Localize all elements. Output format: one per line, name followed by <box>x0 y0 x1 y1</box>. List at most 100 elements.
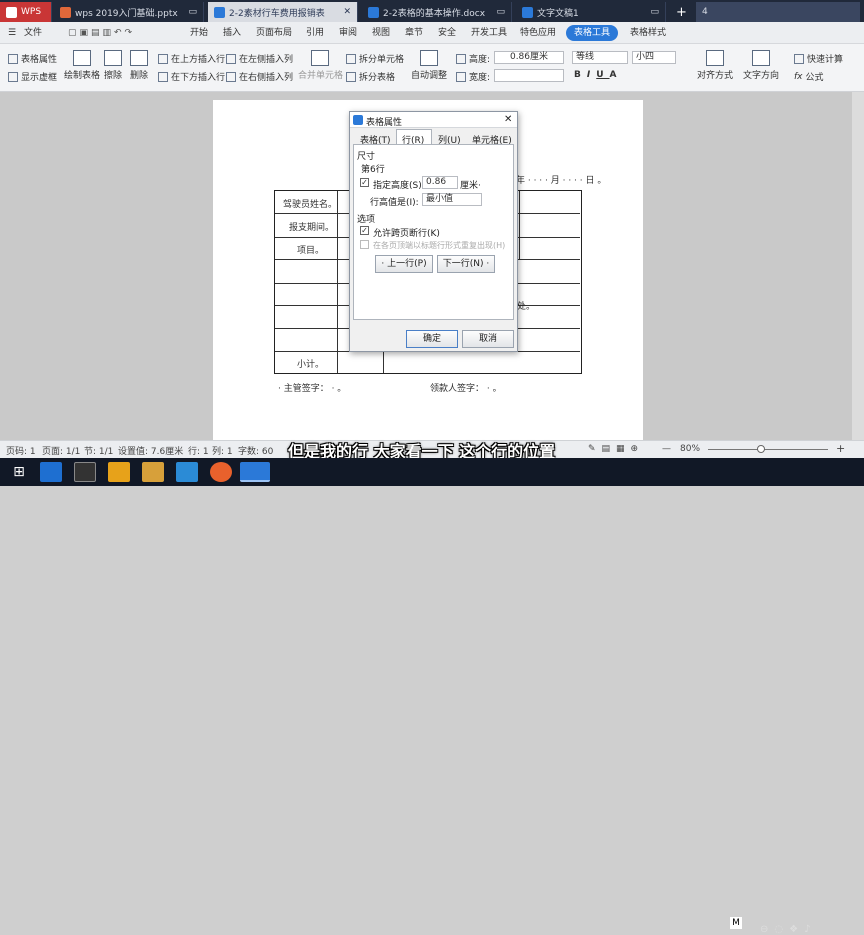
status-setting: 设置值: 7.6厘米 <box>118 447 184 457</box>
zoom-in-icon[interactable]: + <box>836 442 845 455</box>
receiver-sign: 领款人签字： · 。 <box>430 384 502 394</box>
wps-taskbar-icon[interactable] <box>240 462 270 482</box>
label: 自动调整 <box>410 71 447 81</box>
show-dashed-button[interactable]: 显示虚框 <box>8 70 57 83</box>
period-cell: 报支期间。 <box>289 223 335 233</box>
next-row-button[interactable]: 下一行(N) · <box>437 255 495 273</box>
label: 拆分单元格 <box>359 55 405 65</box>
file-menu-icon[interactable]: ☰ <box>6 25 18 41</box>
vertical-scrollbar[interactable] <box>852 92 864 440</box>
windows-start-icon[interactable]: ⊞ <box>8 462 30 482</box>
label: 绘制表格 <box>64 71 101 81</box>
tab-wps-home[interactable]: WPS <box>0 2 52 22</box>
label: 擦除 <box>103 71 122 81</box>
insert-right-button[interactable]: 在右侧插入列 <box>226 70 293 83</box>
dialog-title: 表格属性 <box>366 118 403 128</box>
tab-overflow[interactable]: 4 <box>696 2 860 22</box>
align-icon <box>706 50 724 66</box>
label: 删除 <box>129 71 148 81</box>
system-tray-icons[interactable]: ⊖◌❖♪ <box>760 924 816 935</box>
table-properties-icon <box>8 53 18 64</box>
zoom-level: 80% <box>680 444 701 454</box>
font-size-select[interactable]: 小四 <box>632 51 676 64</box>
label: 合并单元格 <box>298 71 344 81</box>
prev-row-button[interactable]: · 上一行(P) <box>375 255 433 273</box>
tab-label: 文字文稿1 <box>537 8 579 19</box>
table-properties-button[interactable]: 表格属性 <box>8 52 57 65</box>
menu-table-tools[interactable]: 表格工具 <box>566 25 619 41</box>
insert-left-button[interactable]: 在左侧插入列 <box>226 52 293 65</box>
row-height-input[interactable]: 0.86厘米 <box>494 51 564 64</box>
quick-calc-button[interactable]: 快速计算 <box>794 52 843 65</box>
menu-developer[interactable]: 开发工具 <box>469 25 509 41</box>
ok-button[interactable]: 确定 <box>406 330 458 348</box>
close-icon[interactable]: ▭ <box>646 7 659 17</box>
close-icon[interactable]: ✕ <box>504 114 512 125</box>
split-cells-button[interactable]: 拆分单元格 <box>346 52 404 65</box>
row-height-mode-select[interactable]: 最小值 <box>422 193 482 206</box>
delete-button[interactable]: 删除 <box>126 50 152 81</box>
draw-table-button[interactable]: 绘制表格 <box>64 50 100 81</box>
font-style-buttons[interactable]: BIUA <box>574 70 623 80</box>
label: 公式 <box>805 73 824 83</box>
file-explorer-icon[interactable] <box>142 462 164 482</box>
auto-fit-button[interactable]: 自动调整 <box>408 50 450 81</box>
split-table-button[interactable]: 拆分表格 <box>346 70 395 83</box>
app-icon[interactable] <box>74 462 96 482</box>
label: 高度: <box>469 55 491 65</box>
close-icon[interactable]: ✕ <box>339 7 351 17</box>
zoom-slider-handle[interactable] <box>757 445 765 453</box>
view-mode-icons[interactable]: ✎▤▦⊕ <box>588 444 644 454</box>
insert-row-above-icon <box>158 53 168 64</box>
close-icon[interactable]: ▭ <box>184 7 197 17</box>
zoom-out-icon[interactable]: — <box>662 444 671 454</box>
text-direction-button[interactable]: 文字方向 <box>740 50 782 81</box>
align-button[interactable]: 对齐方式 <box>694 50 736 81</box>
zoom-slider[interactable] <box>708 449 828 450</box>
supervisor-sign: · 主管签字： · 。 <box>278 384 347 394</box>
menu-home[interactable]: 开始 <box>188 25 210 41</box>
tab-doc1[interactable]: 文字文稿1 ▭ <box>516 2 666 22</box>
status-page: 页码: 1 <box>6 447 36 457</box>
merge-cells-button[interactable]: 合并单元格 <box>298 50 344 81</box>
ime-indicator[interactable]: M <box>730 917 742 929</box>
menu-table-style[interactable]: 表格样式 <box>628 25 668 41</box>
dashed-grid-icon <box>8 71 18 82</box>
menu-layout[interactable]: 页面布局 <box>254 25 294 41</box>
erase-button[interactable]: 擦除 <box>102 50 124 81</box>
menu-references[interactable]: 引用 <box>304 25 326 41</box>
row-height-field[interactable]: 0.86 <box>422 176 458 189</box>
place-cell: 处。 <box>517 302 536 312</box>
menu-features[interactable]: 特色应用 <box>518 25 558 41</box>
repeat-header-checkbox[interactable] <box>360 240 369 249</box>
menu-review[interactable]: 审阅 <box>337 25 359 41</box>
table-properties-dialog: 表格属性 ✕ 表格(T) 行(R) 列(U) 单元格(E) 尺寸 第6行 ✓ 指… <box>349 111 518 352</box>
menu-view[interactable]: 视图 <box>370 25 392 41</box>
app-icon[interactable] <box>108 462 130 482</box>
cancel-button[interactable]: 取消 <box>462 330 514 348</box>
formula-button[interactable]: fx 公式 <box>794 70 824 84</box>
dialog-titlebar[interactable]: 表格属性 ✕ <box>350 112 517 128</box>
split-table-icon <box>346 71 356 82</box>
store-icon[interactable] <box>176 462 198 482</box>
menu-file[interactable]: 文件 <box>22 25 44 41</box>
allow-break-checkbox[interactable]: ✓ <box>360 226 369 235</box>
tab-expense-form[interactable]: 2-2素材行车费用报销表 ✕ <box>208 2 358 22</box>
insert-below-button[interactable]: 在下方插入行 <box>158 70 225 83</box>
quick-access-toolbar[interactable]: ▢▣▤▥↶↷ <box>66 25 137 41</box>
auto-fit-icon <box>420 50 438 66</box>
new-tab-button[interactable]: + <box>670 2 692 22</box>
close-icon[interactable]: ▭ <box>492 7 505 17</box>
insert-above-button[interactable]: 在上方插入行 <box>158 52 225 65</box>
menu-insert[interactable]: 插入 <box>221 25 243 41</box>
tab-label: WPS <box>21 7 42 17</box>
firefox-icon[interactable] <box>210 462 232 482</box>
tab-table-ops[interactable]: 2-2表格的基本操作.docx ▭ <box>362 2 512 22</box>
col-width-input[interactable] <box>494 69 564 82</box>
specify-height-checkbox[interactable]: ✓ <box>360 178 369 187</box>
tab-pptx[interactable]: wps 2019入门基础.pptx ▭ <box>54 2 204 22</box>
edge-browser-icon[interactable] <box>40 462 62 482</box>
menu-security[interactable]: 安全 <box>436 25 458 41</box>
font-name-select[interactable]: 等线 <box>572 51 628 64</box>
menu-chapter[interactable]: 章节 <box>403 25 425 41</box>
